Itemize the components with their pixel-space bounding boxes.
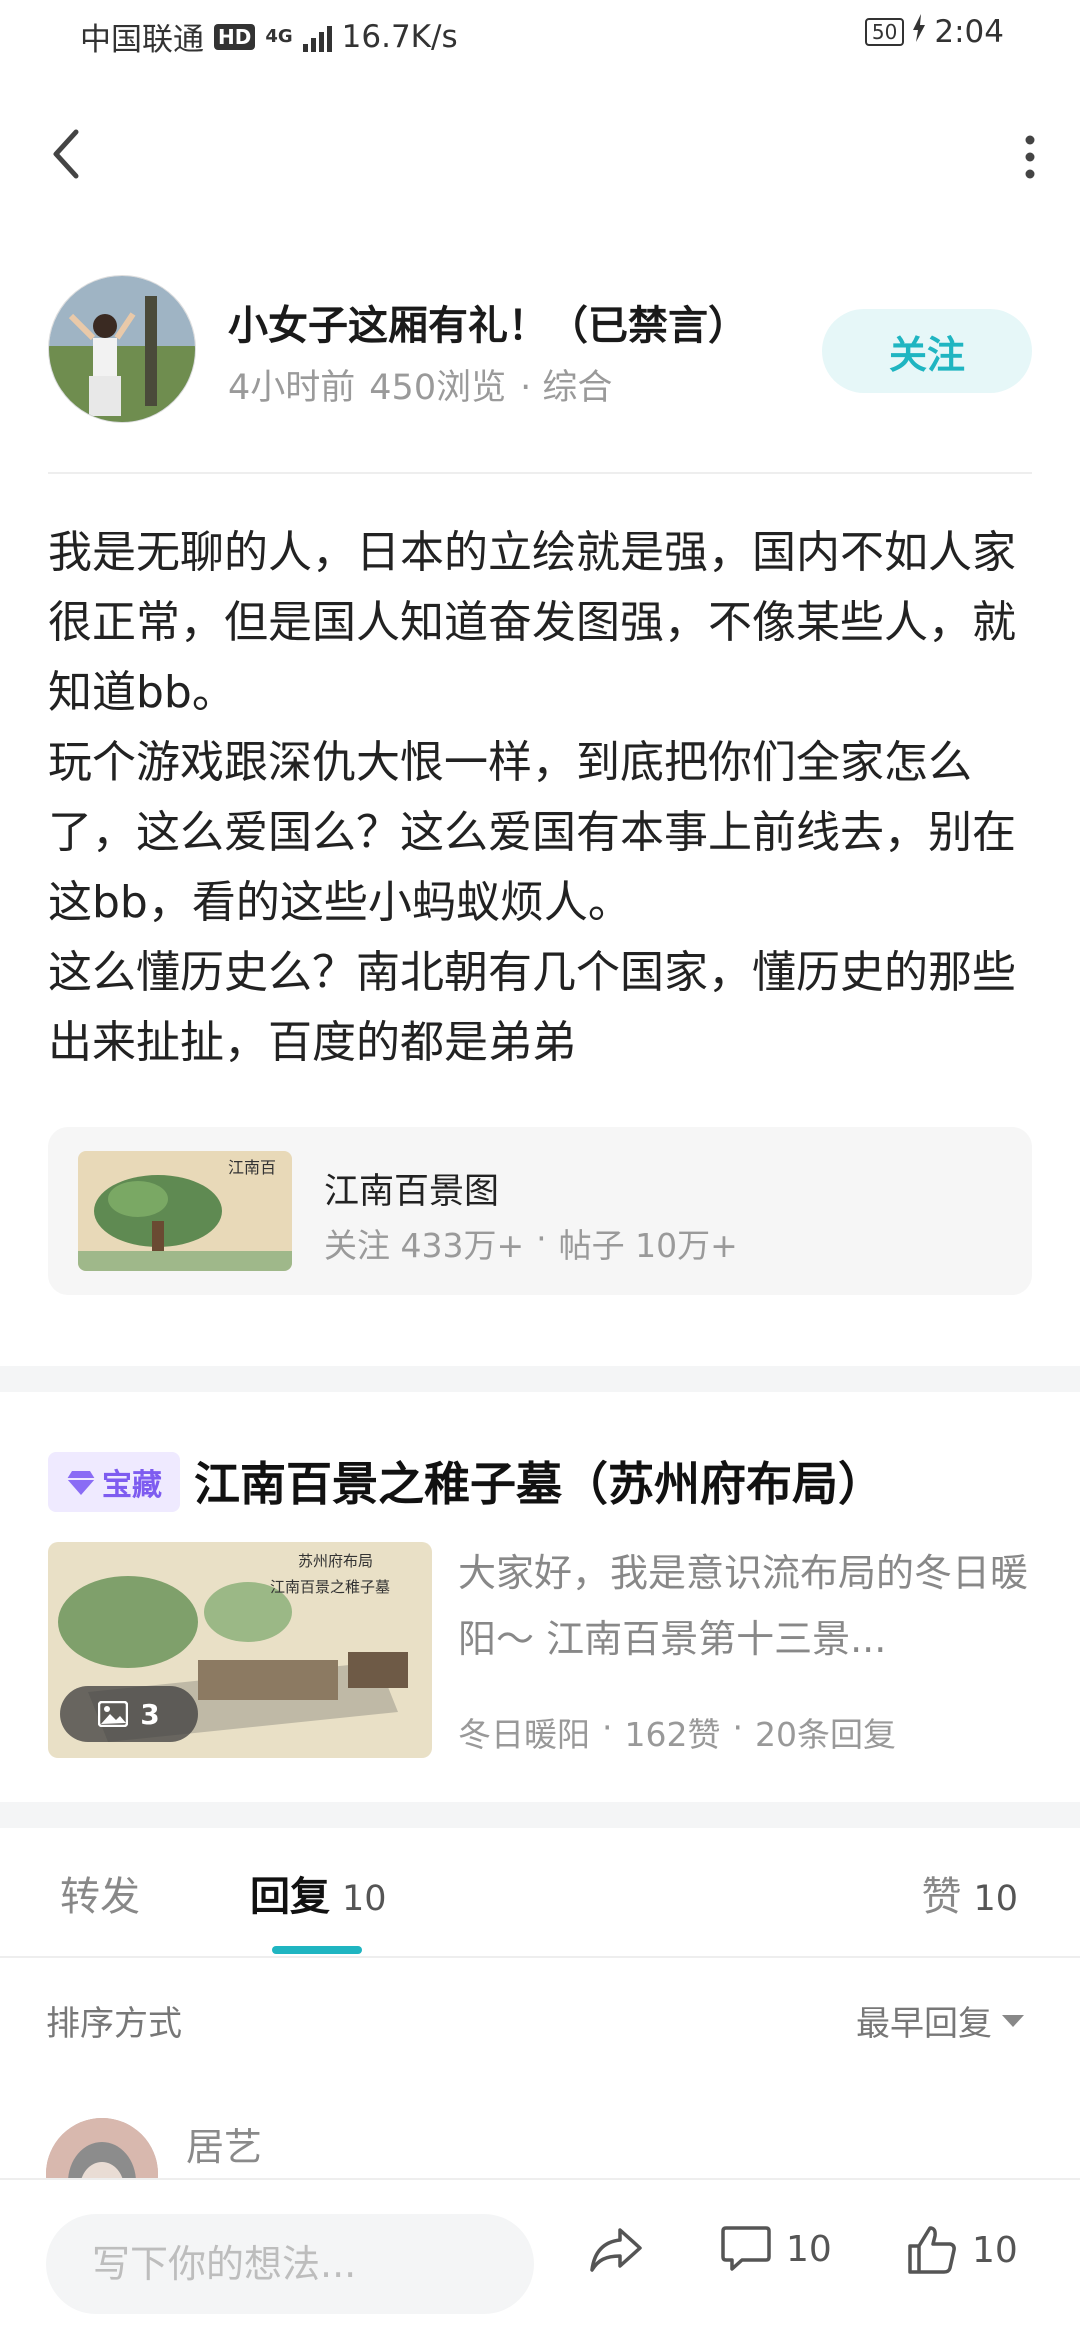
image-count: 3 — [140, 1697, 160, 1731]
tab-like-label: 赞 — [921, 1874, 962, 1920]
author-header: 小女子这厢有礼！（已禁言） 4小时前 450浏览 · 综合 关注 — [48, 275, 1032, 425]
topic-stats: 关注 433万+ · 帖子 10万+ — [324, 1219, 738, 1267]
sort-dropdown[interactable]: 最早回复 — [856, 1996, 1024, 2045]
topic-thumb-text: 江南百 — [228, 1158, 276, 1177]
post-paragraph: 玩个游戏跟深仇大恨一样，到底把你们全家怎么了，这么爱国么？这么爱国有本事上前线去… — [48, 737, 1016, 928]
share-button[interactable] — [588, 2224, 644, 2274]
tab-reply-count: 10 — [342, 1879, 387, 1919]
treasure-badge: 宝藏 — [48, 1452, 180, 1512]
view-count: 450浏览 — [369, 368, 507, 408]
like-count: 10 — [972, 2229, 1018, 2271]
post-paragraph: 这么懂历史么？南北朝有几个国家，懂历史的那些出来扯扯，百度的都是弟弟 — [48, 947, 1016, 1068]
topic-thumbnail: 江南百 — [78, 1151, 292, 1271]
follow-button[interactable]: 关注 — [822, 309, 1032, 393]
topic-followers: 关注 433万+ — [324, 1226, 525, 1265]
tab-forward-label: 转发 — [60, 1874, 140, 1920]
hd-badge: HD — [214, 23, 256, 50]
sort-label: 排序方式 — [46, 2004, 182, 2044]
topic-title: 江南百景图 — [324, 1172, 500, 1212]
thumb-caption-1: 苏州府布局 — [298, 1552, 373, 1570]
status-right: 50 2:04 — [864, 14, 1004, 50]
tab-reply[interactable]: 回复 10 — [250, 1864, 387, 1922]
like-button[interactable]: 10 — [906, 2224, 1018, 2276]
tab-like-count: 10 — [973, 1879, 1018, 1919]
network-type: 4G — [265, 26, 293, 47]
image-count-badge: 3 — [60, 1686, 198, 1742]
caret-down-icon — [1002, 2014, 1024, 2027]
topic-posts: 帖子 10万+ — [558, 1226, 738, 1265]
related-post-title: 江南百景之稚子墓（苏州府布局） — [194, 1457, 884, 1511]
charging-icon — [912, 14, 926, 50]
diamond-icon — [67, 1471, 95, 1495]
topic-card[interactable]: 江南百 江南百景图 关注 433万+ · 帖子 10万+ — [48, 1127, 1032, 1295]
more-vertical-icon[interactable] — [1020, 132, 1040, 182]
interaction-tabs: 转发 回复 10 赞 10 — [0, 1828, 1080, 1958]
sort-selected: 最早回复 — [856, 2004, 992, 2044]
chevron-left-icon[interactable] — [44, 124, 94, 184]
status-left: 中国联通 HD 4G 16.7K/s — [80, 14, 458, 59]
post-category: · 综合 — [520, 368, 613, 408]
avatar[interactable] — [48, 275, 196, 423]
tab-like[interactable]: 赞 10 — [921, 1864, 1018, 1922]
related-post-meta: 冬日暖阳 · 162赞 · 20条回复 — [458, 1708, 896, 1756]
comment-count: 10 — [786, 2228, 832, 2270]
carrier-name: 中国联通 — [80, 22, 204, 58]
clock: 2:04 — [934, 14, 1004, 50]
post-time: 4小时前 — [228, 368, 356, 408]
signal-icon — [302, 22, 332, 52]
related-post-thumbnail: 苏州府布局 江南百景之稚子墓 3 — [48, 1542, 432, 1758]
post-body: 我是无聊的人，日本的立绘就是强，国内不如人家很正常，但是国人知道奋发图强，不像某… — [48, 518, 1028, 1078]
comment-button[interactable]: 10 — [720, 2224, 832, 2274]
related-author: 冬日暖阳 — [458, 1715, 590, 1754]
section-gap — [0, 1802, 1080, 1828]
tab-reply-label: 回复 — [250, 1874, 330, 1920]
share-icon — [590, 2228, 642, 2272]
post-paragraph: 我是无聊的人，日本的立绘就是强，国内不如人家很正常，但是国人知道奋发图强，不像某… — [48, 527, 1016, 718]
thumb-caption-2: 江南百景之稚子墓 — [270, 1578, 390, 1596]
related-likes: 162赞 — [624, 1715, 721, 1754]
active-tab-indicator — [272, 1946, 362, 1954]
related-post-excerpt: 大家好，我是意识流布局的冬日暖阳～ 江南百景第十三景... — [458, 1551, 1029, 1661]
comment-icon — [721, 2226, 771, 2271]
battery-icon: 50 — [864, 18, 905, 46]
related-replies: 20条回复 — [755, 1715, 896, 1754]
image-icon — [98, 1701, 129, 1727]
comment-author-name[interactable]: 居艺 — [186, 2116, 262, 2171]
section-gap — [0, 1366, 1080, 1392]
author-name[interactable]: 小女子这厢有礼！（已禁言） — [228, 293, 748, 351]
comment-input[interactable]: 写下你的想法... — [46, 2214, 534, 2314]
status-bar: 中国联通 HD 4G 16.7K/s 50 2:04 — [0, 0, 1080, 72]
badge-label: 宝藏 — [102, 1468, 162, 1503]
separator: · — [536, 1219, 547, 1258]
top-nav — [0, 110, 1080, 200]
divider — [48, 472, 1032, 474]
tab-forward[interactable]: 转发 — [60, 1864, 140, 1922]
bottom-action-bar: 写下你的想法... 10 10 — [0, 2178, 1080, 2340]
separator: · — [602, 1708, 613, 1747]
related-post-card[interactable]: 宝藏 江南百景之稚子墓（苏州府布局） 苏州府布局 江南百景之稚子墓 3 大家好，… — [48, 1440, 1032, 1770]
thumbs-up-icon — [908, 2226, 956, 2274]
post-meta: 4小时前 450浏览 · 综合 — [228, 359, 612, 410]
separator: · — [732, 1708, 744, 1747]
network-speed: 16.7K/s — [341, 18, 458, 55]
